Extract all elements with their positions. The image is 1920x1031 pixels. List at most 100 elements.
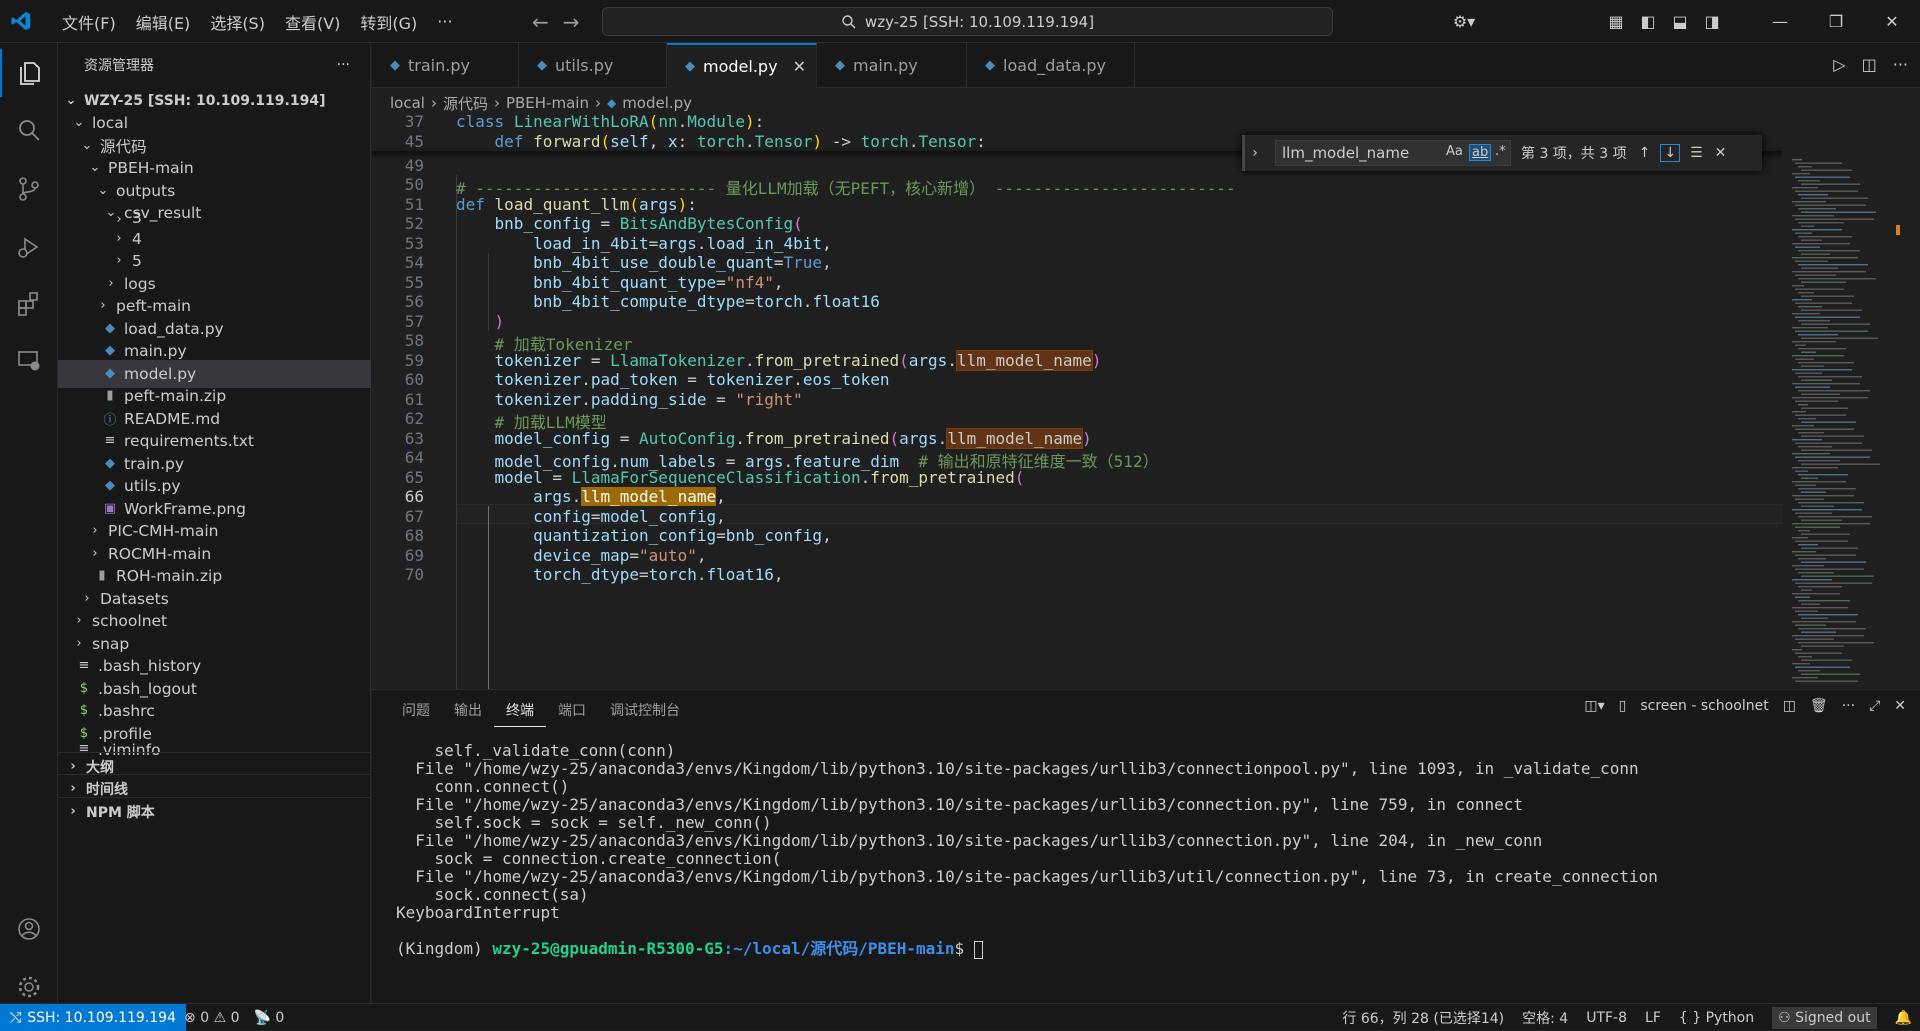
panel-more-icon[interactable]: ··· — [1842, 698, 1855, 714]
toggle-secondary-sidebar-icon[interactable]: ◨ — [1696, 12, 1728, 31]
back-arrow-icon[interactable]: ← — [532, 10, 549, 34]
toggle-panel-icon[interactable]: ⬓ — [1664, 12, 1696, 31]
remote-indicator[interactable]: ⤭ SSH: 10.109.119.194 — [0, 1004, 187, 1031]
cursor-position[interactable]: 行 66，列 28 (已选择14) — [1342, 1008, 1504, 1028]
minimap-line — [1795, 372, 1822, 374]
kill-terminal-trash-icon[interactable]: 🗑 — [1810, 698, 1828, 714]
close-panel-icon[interactable]: ✕ — [1894, 698, 1906, 714]
menu-go[interactable]: 转到(G) — [350, 10, 427, 34]
run-file-icon[interactable]: ▷ — [1833, 55, 1845, 74]
previous-match-arrow-icon[interactable]: ↑ — [1639, 145, 1651, 161]
problems-indicator[interactable]: ⊗ 0 ⚠ 0 — [184, 1010, 240, 1026]
minimap-line — [1801, 253, 1830, 255]
maximize-panel-icon[interactable]: ⤢ — [1869, 698, 1880, 714]
ports-indicator[interactable]: 📡 0 — [254, 1010, 285, 1026]
minimap-line — [1801, 463, 1880, 465]
minimap-line — [1798, 558, 1826, 560]
command-center[interactable]: wzy-25 [SSH: 10.109.119.194] — [602, 7, 1333, 36]
breadcrumb-item[interactable]: local — [390, 94, 425, 112]
explorer-icon[interactable] — [0, 49, 58, 97]
minimap-line — [1795, 512, 1832, 514]
breadcrumb-item[interactable]: model.py — [622, 94, 692, 112]
explorer-more-button[interactable]: ··· — [337, 57, 350, 73]
close-tab-icon[interactable]: ✕ — [793, 57, 806, 76]
menu-view[interactable]: 查看(V) — [275, 10, 350, 34]
menu-edit[interactable]: 编辑(E) — [126, 10, 201, 34]
prompt-end: $ — [954, 939, 974, 958]
chevron-right-icon: › — [76, 613, 82, 629]
copilot-icon[interactable]: ⚙▾ — [1448, 12, 1480, 31]
menu-file[interactable]: 文件(F) — [52, 10, 126, 34]
terminal-name[interactable]: screen - schoolnet — [1640, 698, 1768, 714]
extensions-icon[interactable] — [0, 279, 58, 327]
more-actions-icon[interactable]: ··· — [1893, 55, 1908, 74]
menu-selection[interactable]: 选择(S) — [200, 10, 275, 34]
tab-model-py[interactable]: ◆ model.py ✕ — [667, 43, 817, 88]
minimap-line — [1792, 271, 1866, 273]
terminal-line: self.sock = sock = self._new_conn() — [396, 813, 772, 832]
code-line: device_map="auto", — [533, 546, 707, 565]
panel-tab-output[interactable]: 输出 — [442, 700, 494, 727]
close-find-icon[interactable]: ✕ — [1715, 145, 1727, 161]
minimap-line — [1795, 638, 1834, 640]
warning-count: 0 — [230, 1009, 240, 1026]
ports-count: 0 — [275, 1009, 285, 1026]
search-icon[interactable] — [0, 107, 58, 155]
tab-load-data-py[interactable]: ◆ load_data.py — [967, 43, 1135, 88]
minimap-line — [1792, 327, 1828, 329]
find-in-selection-icon[interactable]: ☰ — [1690, 145, 1703, 161]
forward-arrow-icon[interactable]: → — [563, 10, 580, 34]
panel-tab-debug-console[interactable]: 调试控制台 — [598, 700, 692, 727]
notifications-bell-icon[interactable]: 🔔 — [1895, 1010, 1912, 1026]
whole-word-toggle[interactable]: ab — [1469, 144, 1492, 161]
find-input[interactable]: llm_model_name Aa ab .* — [1275, 140, 1511, 166]
language-mode[interactable]: { } Python — [1679, 1010, 1754, 1026]
minimap-match-marker — [1896, 225, 1900, 235]
indentation[interactable]: 空格: 4 — [1522, 1008, 1568, 1028]
remote-explorer-icon[interactable] — [0, 337, 58, 385]
run-debug-icon[interactable] — [0, 223, 58, 271]
minimap-line — [1798, 208, 1836, 210]
toggle-primary-sidebar-icon[interactable]: ◧ — [1632, 12, 1664, 31]
end-of-line[interactable]: LF — [1645, 1010, 1661, 1026]
account-status[interactable]: ⚇ Signed out — [1772, 1006, 1877, 1029]
panel-tab-ports[interactable]: 端口 — [546, 700, 598, 727]
text-file-icon: ≡ — [104, 433, 116, 449]
new-terminal-dropdown-icon[interactable]: ◫▾ — [1584, 698, 1604, 714]
python-file-icon: ◆ — [985, 58, 995, 73]
next-match-arrow-icon[interactable]: ↓ — [1660, 144, 1681, 162]
tab-train-py[interactable]: ◆ train.py — [372, 43, 519, 88]
terminal-output[interactable]: self._validate_conn(conn) File "/home/wz… — [396, 742, 1658, 959]
npm-scripts-section[interactable]: › NPM 脚本 — [58, 797, 371, 825]
breadcrumb-item[interactable]: 源代码 — [443, 93, 488, 114]
tab-utils-py[interactable]: ◆ utils.py — [519, 43, 667, 88]
panel-tab-terminal[interactable]: 终端 — [494, 700, 546, 727]
panel-tab-problems[interactable]: 问题 — [390, 700, 442, 727]
breadcrumb-item[interactable]: PBEH-main — [506, 94, 589, 112]
tree-label: peft-main.zip — [124, 386, 227, 405]
minimap-line — [1801, 323, 1870, 325]
source-control-icon[interactable] — [0, 165, 58, 213]
tab-main-py[interactable]: ◆ main.py — [817, 43, 967, 88]
minimap[interactable] — [1790, 155, 1900, 689]
line-number: 64 — [404, 448, 424, 467]
minimap-line — [1801, 631, 1836, 633]
account-icon[interactable] — [0, 905, 58, 953]
minimize-window-button[interactable]: — — [1752, 12, 1808, 31]
chevron-right-icon: › — [92, 546, 98, 562]
menu-more[interactable]: ··· — [427, 12, 462, 31]
regex-toggle[interactable]: .* — [1495, 144, 1506, 159]
split-editor-icon[interactable]: ◫ — [1862, 55, 1877, 74]
close-window-button[interactable]: ✕ — [1864, 12, 1920, 31]
minimap-line — [1795, 386, 1830, 388]
minimap-line — [1798, 250, 1860, 252]
match-case-toggle[interactable]: Aa — [1446, 144, 1463, 159]
split-terminal-icon[interactable]: ◫ — [1783, 698, 1796, 714]
encoding[interactable]: UTF-8 — [1586, 1010, 1627, 1026]
minimap-line — [1792, 663, 1810, 665]
line-number: 60 — [404, 370, 424, 389]
code-editor[interactable]: 37 45 49 50 51 52 53 54 55 56 57 58 59 6… — [372, 115, 1782, 689]
restore-window-button[interactable]: ❐ — [1808, 12, 1864, 31]
toggle-replace-chevron-icon[interactable]: › — [1245, 145, 1265, 161]
customize-layout-icon[interactable]: ▦ — [1600, 12, 1632, 31]
